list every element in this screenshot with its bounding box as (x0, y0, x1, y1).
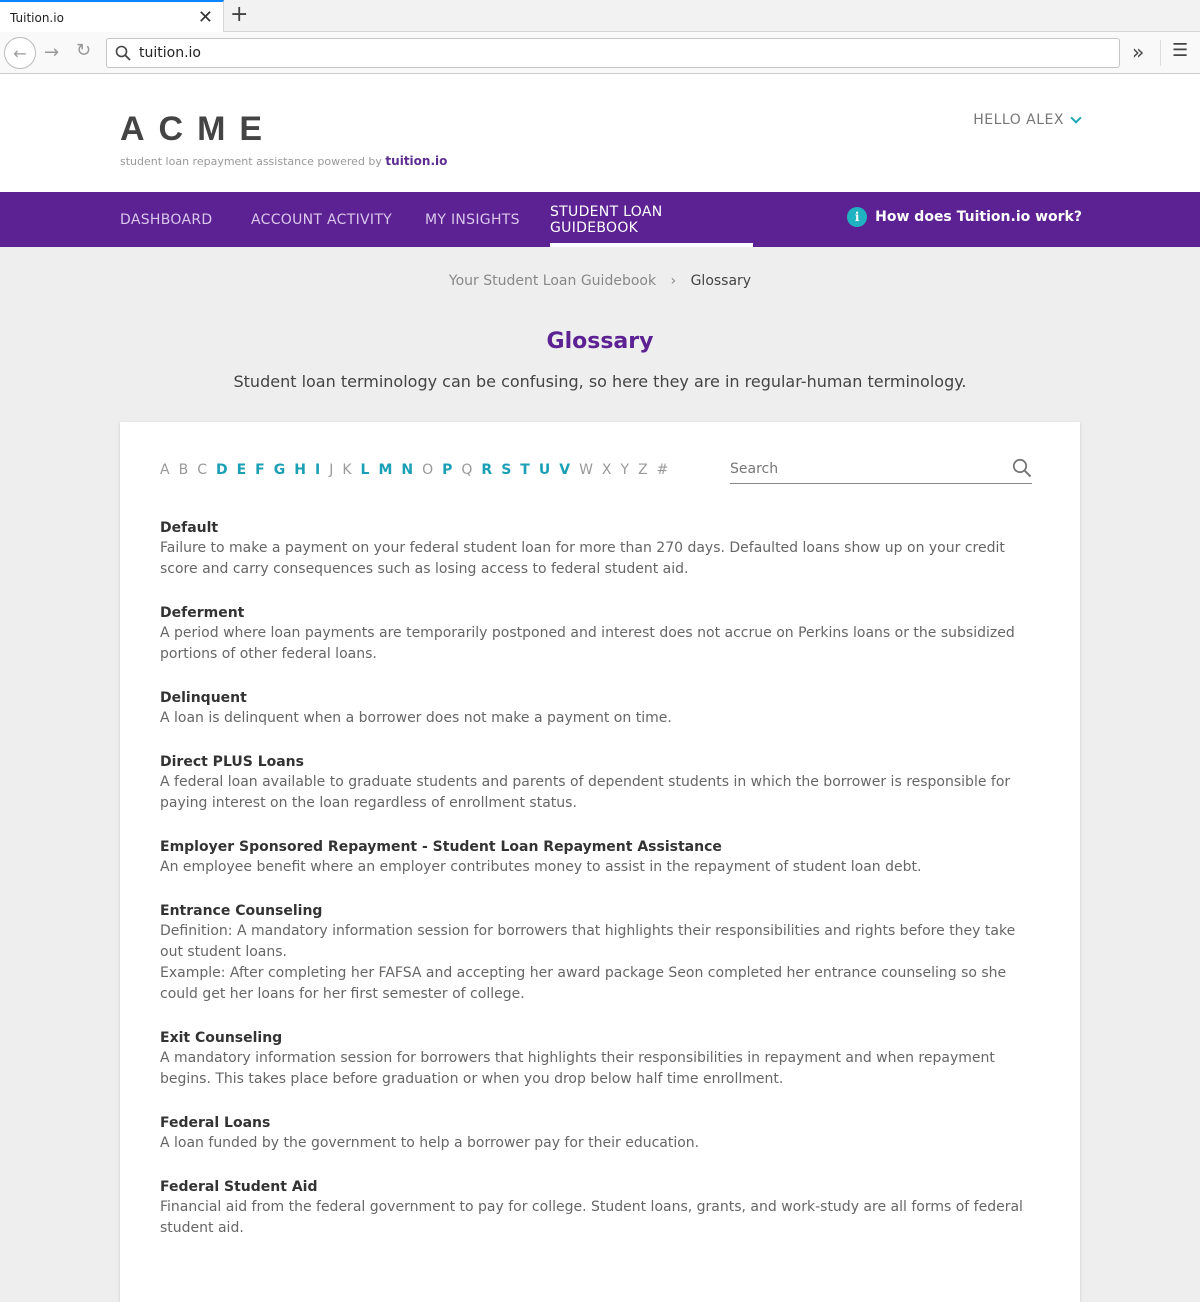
alphabet-letter[interactable]: F (255, 462, 265, 478)
glossary-definition: An employee benefit where an employer co… (160, 859, 922, 875)
alphabet-letter[interactable]: E (237, 462, 247, 478)
browser-tab[interactable]: Tuition.io ✕ (0, 0, 224, 33)
alphabet-letter: Q (461, 462, 473, 478)
search-icon (115, 45, 131, 61)
glossary-definition: A loan is delinquent when a borrower doe… (160, 710, 672, 726)
alphabet-letter: # (656, 462, 669, 478)
alphabet-letter[interactable]: N (401, 462, 413, 478)
alphabet-letter: W (579, 462, 593, 478)
main-nav: DASHBOARD ACCOUNT ACTIVITY MY INSIGHTS S… (0, 192, 1200, 247)
page-subtitle: Student loan terminology can be confusin… (233, 372, 967, 391)
info-icon: i (847, 207, 868, 227)
new-tab-icon[interactable]: + (230, 4, 248, 26)
overflow-chevron-icon[interactable]: » (1132, 40, 1144, 64)
glossary-entry: Employer Sponsored Repayment - Student L… (160, 837, 1040, 878)
glossary-definition: A period where loan payments are tempora… (160, 625, 1015, 662)
tagline: student loan repayment assistance powere… (120, 154, 447, 168)
tagline-brand: tuition.io (385, 154, 448, 168)
glossary-entry: Direct PLUS Loans A federal loan availabl… (160, 752, 1040, 814)
alphabet-letter[interactable]: S (501, 462, 511, 478)
alphabet-letter[interactable]: I (315, 462, 320, 478)
alphabet-letter: Y (620, 462, 630, 478)
address-bar[interactable]: tuition.io (106, 38, 1120, 68)
alphabet-letter: K (342, 462, 352, 478)
glossary-entry: Deferment A period where loan payments ar… (160, 603, 1040, 665)
reload-icon[interactable]: ↻ (76, 40, 91, 61)
hamburger-menu-icon[interactable]: ☰ (1172, 40, 1188, 61)
logo[interactable]: ACME (120, 110, 276, 149)
alphabet-letter[interactable]: U (539, 462, 550, 478)
alphabet-letter[interactable]: D (216, 462, 228, 478)
page-title: Glossary (546, 329, 654, 354)
close-tab-icon[interactable]: ✕ (198, 8, 213, 27)
alphabet-letter: Z (638, 462, 648, 478)
alphabet-letter: J (329, 462, 334, 478)
back-arrow-icon[interactable]: ← (4, 37, 36, 69)
alphabet-letter: B (178, 462, 189, 478)
search-input[interactable] (730, 456, 1000, 482)
glossary-entry: Federal Student Aid Financial aid from th… (160, 1177, 1040, 1239)
alphabet-letter[interactable]: M (378, 462, 392, 478)
alphabet-filter: A B C D E F G H I J K L M N O P Q R S T U V W X Y Z # (160, 462, 677, 478)
glossary-definition: A mandatory information session for borr… (160, 1050, 995, 1087)
breadcrumb: Your Student Loan Guidebook › Glossary (0, 273, 1200, 289)
chevron-down-icon (1070, 112, 1082, 124)
alphabet-letter: A (160, 462, 170, 478)
breadcrumb-current: Glossary (690, 273, 752, 289)
tab-title: Tuition.io (10, 10, 64, 25)
glossary-definition: Definition: A mandatory information sess… (160, 923, 1016, 960)
alphabet-letter: X (601, 462, 612, 478)
glossary-definition: Example: After completing her FAFSA and … (160, 965, 1007, 1002)
tagline-text: student loan repayment assistance powere… (120, 155, 382, 168)
glossary-entry: Federal Loans A loan funded by the govern… (160, 1113, 1040, 1154)
glossary-card: ABCDEFGHIJKLMNOPQRSTUVWXYZ # Default Failu… (120, 422, 1080, 1302)
user-menu[interactable]: HELLO ALEX (973, 112, 1082, 128)
search-icon[interactable] (1012, 458, 1032, 478)
glossary-definition: Failure to make a payment on your federa… (160, 540, 1005, 577)
nav-student-loan-guidebook[interactable]: STUDENT LOAN GUIDEBOOK (550, 192, 753, 247)
alphabet-letter[interactable]: P (442, 462, 452, 478)
glossary-entry: Delinquent A loan is delinquent when a bo… (160, 688, 1040, 729)
alphabet-letter[interactable]: R (481, 462, 492, 478)
nav-my-insights[interactable]: MY INSIGHTS (425, 192, 520, 247)
nav-dashboard[interactable]: DASHBOARD (120, 192, 212, 247)
alphabet-letter[interactable]: H (294, 462, 306, 478)
alphabet-letter[interactable]: V (559, 462, 570, 478)
glossary-term: Delinquent (160, 690, 247, 706)
glossary-entry: Exit Counseling A mandatory information s… (160, 1028, 1040, 1090)
site-header: ACME student loan repayment assistance p… (0, 74, 1200, 192)
help-label: How does Tuition.io work? (875, 209, 1082, 225)
glossary-term: Direct PLUS Loans (160, 754, 304, 770)
glossary-term: Deferment (160, 605, 245, 621)
alphabet-letter: O (422, 462, 434, 478)
browser-tabbar: Tuition.io ✕ + (0, 0, 1200, 33)
glossary-search (730, 456, 1032, 484)
url-text: tuition.io (139, 45, 201, 61)
glossary-term: Employer Sponsored Repayment - Student L… (160, 839, 722, 855)
glossary-term: Entrance Counseling (160, 903, 323, 919)
alphabet-letter: C (197, 462, 207, 478)
glossary-term: Federal Loans (160, 1115, 271, 1131)
glossary-definition: Financial aid from the federal governmen… (160, 1199, 1023, 1236)
glossary-definition: A federal loan available to graduate stu… (160, 774, 1011, 811)
breadcrumb-parent[interactable]: Your Student Loan Guidebook (449, 273, 656, 289)
glossary-term: Exit Counseling (160, 1030, 283, 1046)
glossary-term: Federal Student Aid (160, 1179, 318, 1195)
breadcrumb-separator: › (670, 273, 677, 289)
glossary-entry: Entrance Counseling Definition: A mandato… (160, 901, 1040, 1005)
alphabet-letter[interactable]: L (361, 462, 370, 478)
help-link[interactable]: i How does Tuition.io work? (847, 207, 1082, 227)
glossary-list: Default Failure to make a payment on your… (160, 518, 1040, 1262)
nav-account-activity[interactable]: ACCOUNT ACTIVITY (251, 192, 392, 247)
browser-toolbar: ← → ↻ tuition.io » ☰ (0, 32, 1200, 74)
user-greeting: HELLO ALEX (973, 112, 1064, 128)
alphabet-letter[interactable]: T (520, 462, 530, 478)
forward-arrow-icon[interactable]: → (44, 42, 59, 63)
glossary-term: Default (160, 520, 219, 536)
alphabet-letter[interactable]: G (274, 462, 286, 478)
glossary-definition: A loan funded by the government to help … (160, 1135, 700, 1151)
glossary-entry: Default Failure to make a payment on your… (160, 518, 1040, 580)
toolbar-divider (1160, 40, 1161, 66)
